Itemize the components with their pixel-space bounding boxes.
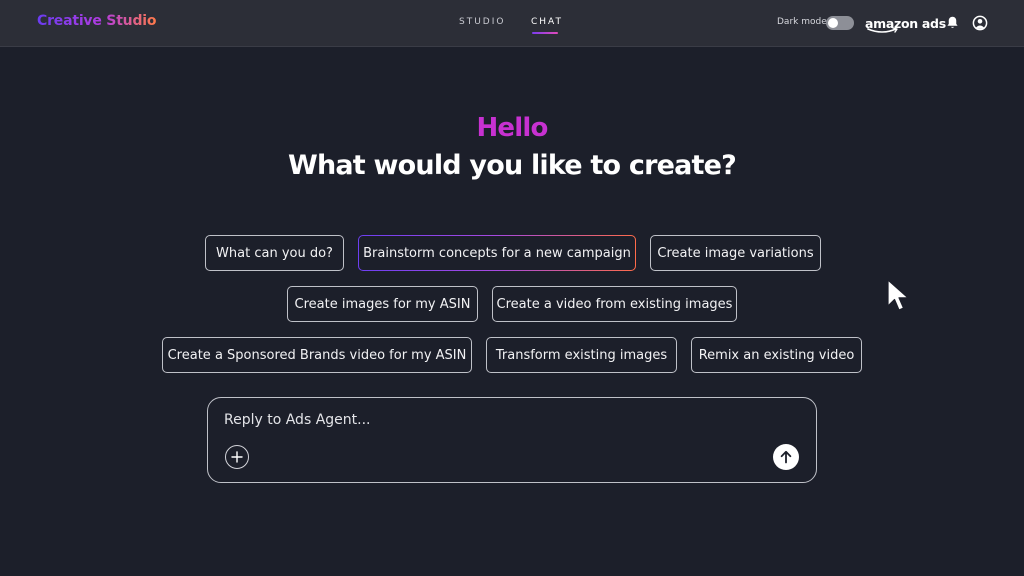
toggle-knob	[828, 18, 838, 28]
send-button[interactable]	[773, 444, 799, 470]
suggestion-create-image-variations[interactable]: Create image variations	[650, 235, 821, 271]
user-account-icon[interactable]	[972, 15, 988, 35]
add-attachment-button[interactable]	[225, 445, 249, 469]
tab-studio[interactable]: STUDIO	[459, 17, 505, 27]
suggestion-brainstorm-concepts[interactable]: Brainstorm concepts for a new campaign	[358, 235, 636, 271]
suggestion-what-can-you-do[interactable]: What can you do?	[205, 235, 344, 271]
reply-input[interactable]	[224, 412, 764, 428]
bell-icon[interactable]	[945, 15, 960, 34]
mouse-pointer-icon	[887, 279, 909, 311]
tab-chat[interactable]: CHAT	[531, 17, 563, 27]
chat-composer	[207, 397, 817, 483]
active-tab-indicator	[532, 32, 558, 34]
suggestion-remix-video[interactable]: Remix an existing video	[691, 337, 862, 373]
greeting-hello: Hello	[476, 113, 548, 143]
suggestion-transform-images[interactable]: Transform existing images	[486, 337, 677, 373]
dark-mode-toggle[interactable]	[826, 16, 854, 30]
dark-mode-label: Dark mode	[777, 17, 827, 27]
top-navigation-bar: Creative Studio STUDIO CHAT Dark mode am…	[0, 0, 1024, 47]
app-logo[interactable]: Creative Studio	[37, 13, 156, 29]
amazon-ads-logo: amazon ads	[865, 13, 946, 37]
amazon-smile-icon	[867, 27, 898, 33]
page-title: What would you like to create?	[287, 150, 737, 181]
plus-icon	[231, 451, 243, 463]
arrow-up-icon	[780, 450, 792, 464]
suggestion-sponsored-brands-video[interactable]: Create a Sponsored Brands video for my A…	[162, 337, 472, 373]
suggestion-create-images-asin[interactable]: Create images for my ASIN	[287, 286, 478, 322]
suggestion-create-video-from-images[interactable]: Create a video from existing images	[492, 286, 737, 322]
